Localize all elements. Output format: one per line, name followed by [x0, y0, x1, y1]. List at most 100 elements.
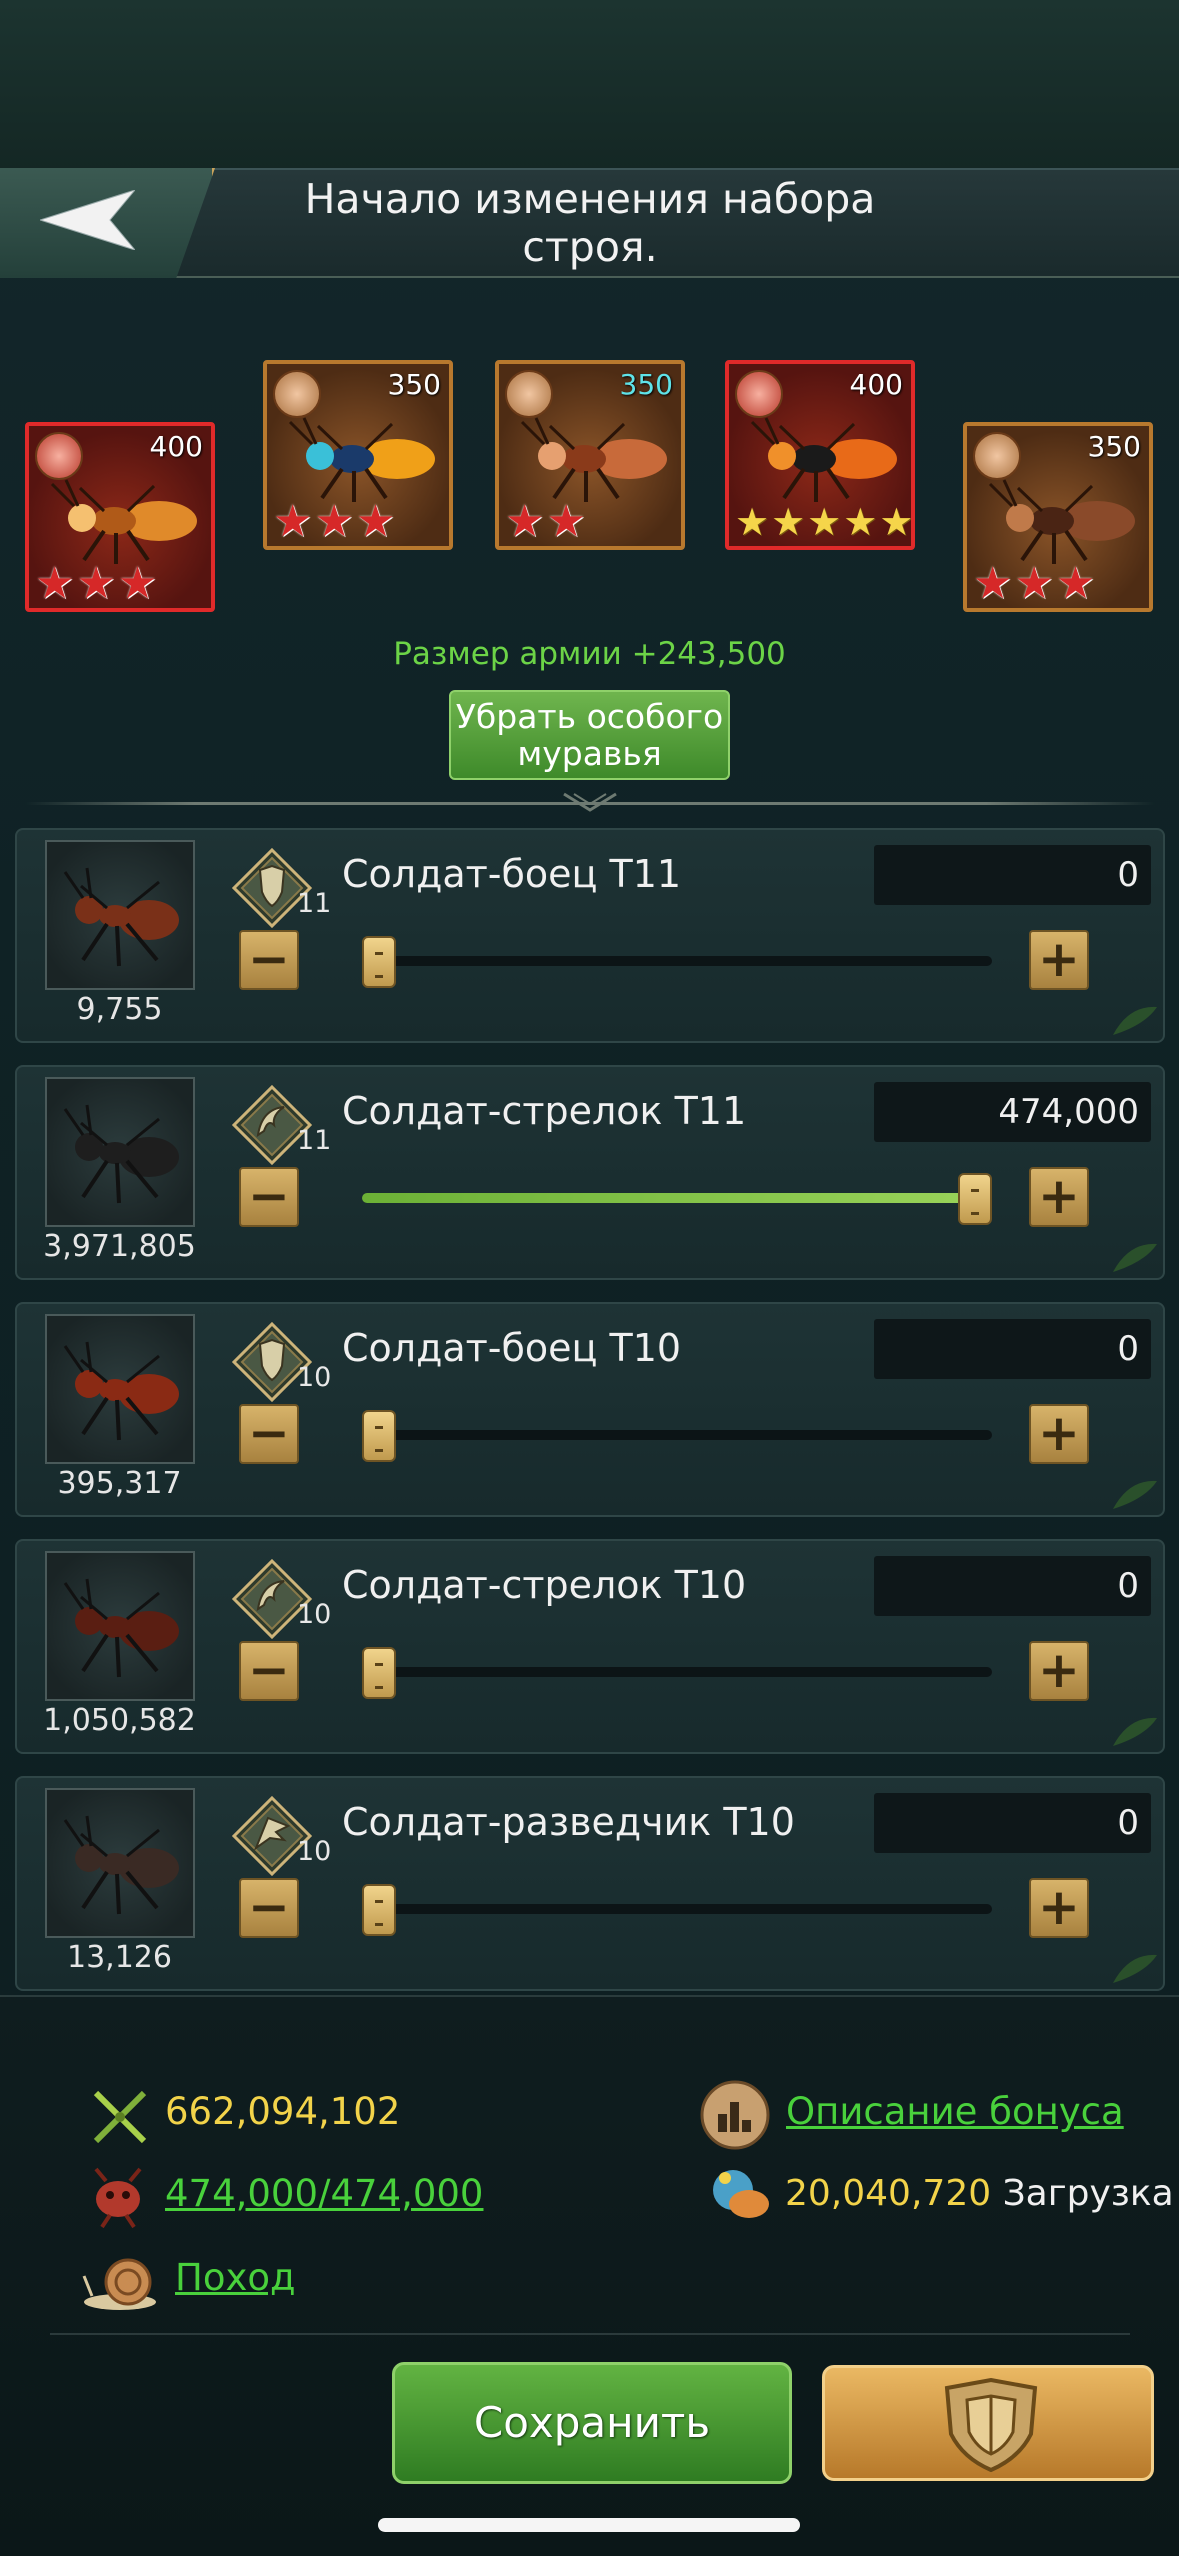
troop-amount-input[interactable]: 474,000	[874, 1082, 1151, 1142]
troop-amount-slider[interactable]	[362, 1173, 992, 1225]
page-title-line2: строя.	[522, 223, 658, 271]
troop-amount-input[interactable]: 0	[874, 1793, 1151, 1853]
bonus-chart-icon[interactable]	[700, 2080, 770, 2150]
ant-power-value: 400	[849, 368, 903, 401]
ant-power-value: 350	[1087, 430, 1141, 463]
ant-class-emblem-icon	[505, 370, 553, 418]
leaf-decoration-icon	[1113, 1717, 1157, 1746]
troop-amount-input[interactable]: 0	[874, 1319, 1151, 1379]
page-title: Начало изменения набора строя.	[230, 175, 950, 275]
troop-row: 9,755 11 Солдат-боец T11 0 − +	[15, 828, 1165, 1043]
decrease-button[interactable]: −	[239, 1878, 299, 1938]
troop-amount-slider[interactable]	[362, 1884, 992, 1936]
special-ant-card[interactable]: 350 ★ ★ ★	[963, 422, 1153, 612]
ant-head-icon	[94, 2167, 142, 2229]
slider-handle[interactable]	[362, 1410, 396, 1462]
special-ant-card[interactable]: 400 ★ ★ ★ ★ ★	[725, 360, 915, 550]
troop-available-count: 9,755	[76, 992, 163, 1027]
troop-name: Солдат-стрелок T11	[342, 1089, 747, 1133]
troop-portrait-image	[63, 1341, 179, 1441]
troop-row: 395,317 10 Солдат-боец T10 0 − +	[15, 1302, 1165, 1517]
star-icon: ★	[973, 558, 1013, 609]
troop-amount-slider[interactable]	[362, 1410, 992, 1462]
star-icon: ★	[35, 558, 75, 609]
star-icon: ★	[273, 496, 313, 547]
troop-available-count: 3,971,805	[43, 1229, 196, 1264]
ant-power-value: 400	[149, 430, 203, 463]
star-icon: ★	[355, 496, 396, 547]
slider-fill	[362, 1193, 992, 1203]
crossed-swords-icon	[93, 2090, 147, 2144]
troop-amount-slider[interactable]	[362, 1647, 992, 1699]
troop-portrait	[45, 1314, 195, 1464]
troop-capacity-link[interactable]: 474,000/474,000	[165, 2172, 483, 2215]
special-ant-image	[520, 417, 667, 502]
star-icon: ★	[546, 496, 586, 547]
increase-button[interactable]: +	[1029, 1404, 1089, 1464]
troop-portrait-image	[63, 867, 179, 967]
ant-power-value: 350	[387, 368, 441, 401]
troop-name: Солдат-разведчик T10	[342, 1800, 795, 1844]
troop-row: 3,971,805 11 Солдат-стрелок T11 474,000 …	[15, 1065, 1165, 1280]
leaf-decoration-icon	[1113, 1006, 1157, 1035]
troop-portrait	[45, 1551, 195, 1701]
bottom-separator	[50, 2333, 1130, 2335]
ant-class-emblem-icon	[273, 370, 321, 418]
troop-portrait	[45, 1788, 195, 1938]
special-ant-card[interactable]: 350 ★ ★ ★	[263, 360, 453, 550]
troop-tier: 11	[297, 1125, 332, 1156]
decrease-button[interactable]: −	[239, 1641, 299, 1701]
star-icon: ★	[505, 496, 545, 547]
back-arrow-icon[interactable]	[40, 190, 135, 250]
star-icon: ★	[76, 558, 116, 609]
star-rating: ★ ★ ★ ★ ★	[735, 500, 914, 544]
troop-name: Солдат-боец T11	[342, 852, 682, 896]
troop-portrait	[45, 1077, 195, 1227]
march-link[interactable]: Поход	[175, 2256, 296, 2299]
increase-button[interactable]: +	[1029, 1878, 1089, 1938]
remove-special-ant-button[interactable]: Убрать особого муравья	[449, 690, 730, 780]
double-shield-icon	[944, 2378, 1038, 2473]
top-background	[0, 0, 1179, 170]
slider-handle[interactable]	[362, 1884, 396, 1936]
star-icon: ★	[879, 500, 914, 544]
slider-handle[interactable]	[958, 1173, 992, 1225]
special-ant-card[interactable]: 350 ★ ★	[495, 360, 685, 550]
bonus-description-link[interactable]: Описание бонуса	[786, 2090, 1124, 2133]
troop-portrait	[45, 840, 195, 990]
load-stat: 20,040,720 Загрузка	[785, 2173, 1174, 2214]
star-icon: ★	[314, 496, 354, 547]
slider-handle[interactable]	[362, 1647, 396, 1699]
slider-handle[interactable]	[362, 936, 396, 988]
total-power-value: 662,094,102	[165, 2090, 401, 2133]
page-title-line1: Начало изменения набора	[304, 175, 876, 223]
troop-tier: 10	[297, 1362, 332, 1393]
increase-button[interactable]: +	[1029, 1167, 1089, 1227]
home-indicator[interactable]	[378, 2518, 800, 2532]
star-icon: ★	[735, 500, 770, 544]
increase-button[interactable]: +	[1029, 930, 1089, 990]
decrease-button[interactable]: −	[239, 930, 299, 990]
troop-tier: 10	[297, 1836, 332, 1867]
decrease-button[interactable]: −	[239, 1167, 299, 1227]
special-ant-card[interactable]: 400 ★ ★ ★	[25, 422, 215, 612]
divider-ornament-icon	[563, 792, 617, 812]
formation-preset-button[interactable]	[822, 2365, 1154, 2481]
troop-portrait-image	[63, 1578, 179, 1678]
troop-tier: 11	[297, 888, 332, 919]
star-icon: ★	[771, 500, 806, 544]
troop-amount-slider[interactable]	[362, 936, 992, 988]
special-ant-image	[988, 479, 1135, 564]
snail-icon	[82, 2258, 156, 2310]
leaf-decoration-icon	[1113, 1480, 1157, 1509]
remove-button-line2: муравья	[517, 734, 662, 773]
star-icon: ★	[843, 500, 878, 544]
save-button[interactable]: Сохранить	[392, 2362, 792, 2484]
troop-amount-input[interactable]: 0	[874, 845, 1151, 905]
decrease-button[interactable]: −	[239, 1404, 299, 1464]
troop-portrait-image	[63, 1815, 179, 1915]
troop-amount-input[interactable]: 0	[874, 1556, 1151, 1616]
increase-button[interactable]: +	[1029, 1641, 1089, 1701]
troop-available-count: 395,317	[57, 1466, 182, 1501]
ant-power-value: 350	[619, 368, 673, 401]
